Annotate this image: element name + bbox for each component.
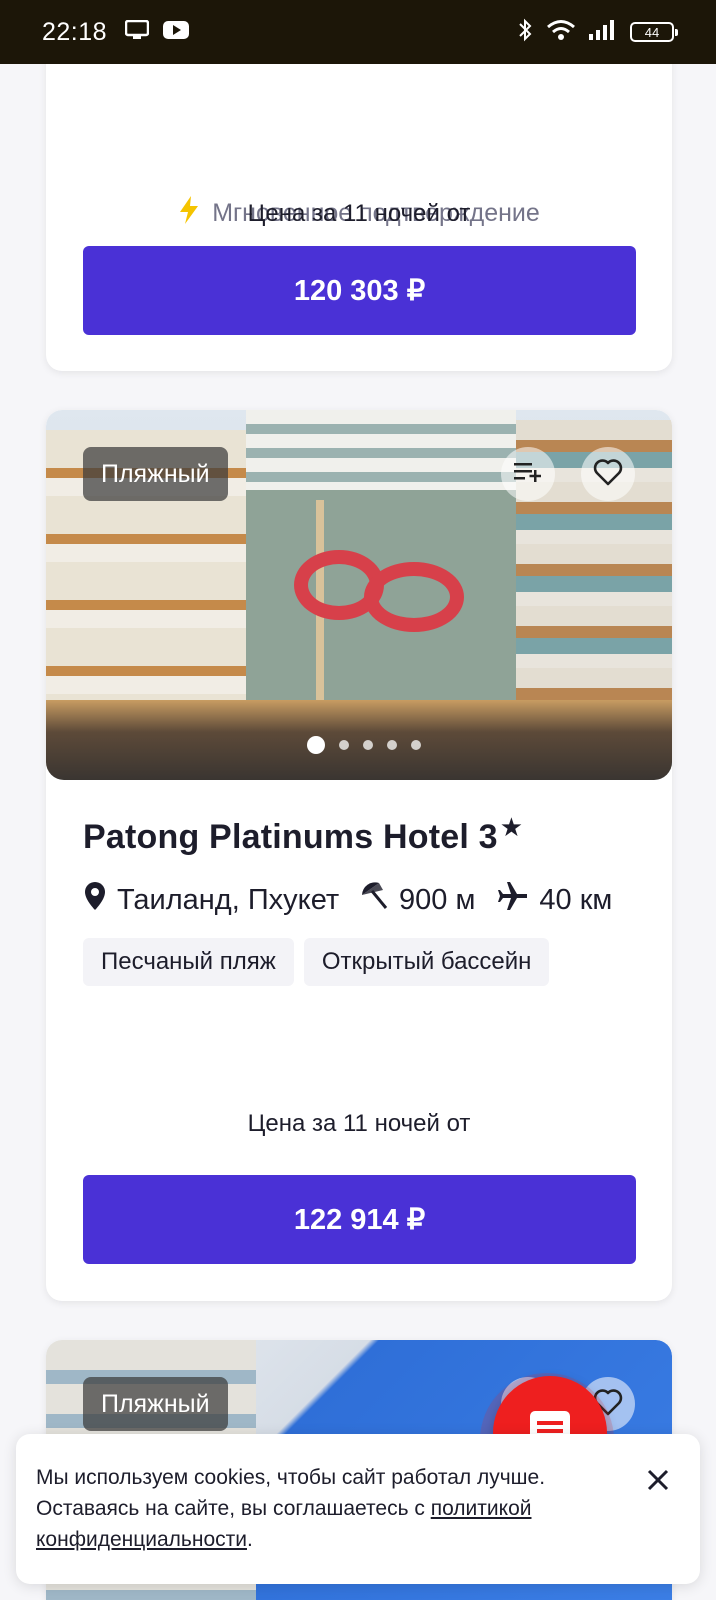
close-icon [646,1468,670,1501]
youtube-icon [163,20,190,45]
price-button[interactable]: 122 914 ₽ [83,1175,636,1264]
favorite-button[interactable] [581,447,635,501]
star-icon: ★ [499,812,524,842]
hotel-name-text: Patong Platinums Hotel 3 [83,818,498,856]
amenity-chip: Песчаный пляж [83,938,294,986]
playlist-add-icon [513,460,543,489]
amenity-chips: Песчаный пляж Открытый бассейн [83,938,550,986]
airport-distance: 40 км [497,880,612,920]
signal-icon [588,19,618,46]
beach-umbrella-icon [359,881,389,919]
location-pin-icon [83,881,107,919]
amenity-chip: Открытый бассейн [303,938,550,986]
bluetooth-icon [516,18,534,47]
pagination-dot[interactable] [339,740,349,750]
price-button[interactable]: 120 303 ₽ [83,246,636,335]
hotel-card-previous[interactable]: Мгновенное подтверждение Цена за 11 ноче… [46,40,672,371]
beach-distance-value: 900 м [399,883,476,916]
category-tag: Пляжный [83,447,228,501]
battery-icon: 44 [630,22,678,42]
price-caption: Цена за 11 ночей от [247,200,471,227]
tv-icon [124,19,150,45]
status-bar: 22:18 44 [0,0,716,64]
airplane-icon [497,880,529,920]
heart-icon [593,458,623,491]
close-button[interactable] [638,1464,678,1504]
pagination-dot[interactable] [307,736,325,754]
hotel-name[interactable]: Patong Platinums Hotel 3★ [83,812,523,857]
battery-level: 44 [644,24,660,40]
hotel-card[interactable]: Пляжный Patong Platinums Hotel 3★ Таилан… [46,410,672,1301]
hotel-location: Таиланд, Пхукет [83,881,353,919]
airport-distance-value: 40 км [539,883,613,916]
price-caption: Цена за 11 ночей от [247,1110,471,1137]
status-time: 22:18 [42,17,108,46]
beach-distance: 900 м [359,881,475,919]
add-to-list-button[interactable] [501,447,555,501]
wifi-icon [546,19,576,46]
pagination-dot[interactable] [387,740,397,750]
category-tag: Пляжный [83,1377,228,1431]
cookie-text-end: . [247,1528,253,1551]
pagination-dot[interactable] [363,740,373,750]
hotel-meta: Таиланд, Пхукет 900 м 40 км [83,880,643,920]
pagination-dot[interactable] [411,740,421,750]
cookie-banner: Мы используем cookies, чтобы сайт работа… [16,1434,700,1584]
photo-pagination [46,736,672,754]
location-text: Таиланд, Пхукет [117,883,340,916]
hotel-photo-carousel[interactable]: Пляжный [46,410,672,780]
